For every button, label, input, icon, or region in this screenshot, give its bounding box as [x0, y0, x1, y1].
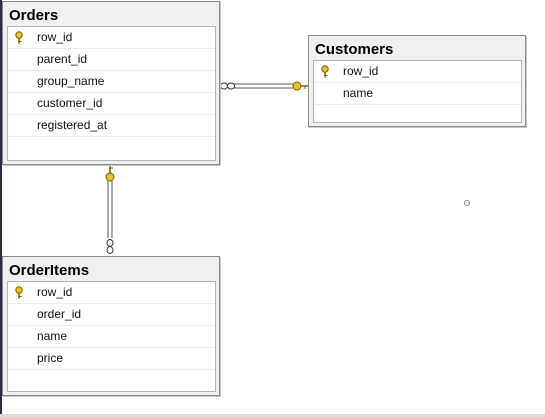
row-selector [8, 115, 30, 136]
selection-handle-icon[interactable] [464, 200, 470, 206]
column-row[interactable]: row_id [8, 282, 215, 304]
column-row[interactable]: order_id [8, 304, 215, 326]
column-name: row_id [343, 64, 379, 78]
relationship-orders-customers[interactable] [220, 81, 309, 91]
one-end-key-icon [292, 81, 308, 91]
table-title: OrderItems [9, 262, 90, 279]
table-title: Orders [9, 7, 59, 24]
column-name: row_id [37, 30, 73, 44]
row-selector [8, 348, 30, 369]
column-name: order_id [37, 307, 82, 321]
relationship-orders-orderitems[interactable] [105, 166, 115, 254]
column-grid: row_idname [313, 60, 522, 123]
table-customers[interactable]: Customers row_idname [308, 35, 526, 127]
column-row[interactable]: customer_id [8, 93, 215, 115]
column-name: name [37, 329, 68, 343]
row-selector [314, 83, 336, 104]
column-name: registered_at [37, 118, 108, 132]
row-selector [8, 326, 30, 347]
column-name: price [37, 351, 64, 365]
column-grid: row_id parent_id group_name customer_idregi… [7, 26, 216, 161]
column-row[interactable]: name [8, 326, 215, 348]
row-selector [8, 49, 30, 70]
column-grid: row_id order_idname price [7, 281, 216, 392]
row-selector [314, 61, 336, 82]
row-selector [8, 93, 30, 114]
column-row[interactable]: name [314, 83, 521, 105]
column-row[interactable]: group_name [8, 71, 215, 93]
table-orders[interactable]: Orders row_id parent_id group_name customer… [2, 1, 220, 165]
row-selector [8, 282, 30, 303]
row-selector [8, 27, 30, 48]
column-row[interactable]: price [8, 348, 215, 370]
column-row[interactable]: parent_id [8, 49, 215, 71]
column-row[interactable]: row_id [8, 27, 215, 49]
row-selector [8, 304, 30, 325]
row-selector [8, 71, 30, 92]
table-title: Customers [315, 41, 394, 58]
column-name: row_id [37, 285, 73, 299]
many-end-icon [220, 82, 235, 90]
column-row[interactable]: row_id [314, 61, 521, 83]
many-end-icon [106, 239, 114, 254]
column-name: group_name [37, 74, 105, 88]
column-name: customer_id [37, 96, 103, 110]
column-row[interactable]: registered_at [8, 115, 215, 137]
one-end-key-icon [105, 166, 115, 182]
column-name: name [343, 86, 374, 100]
column-name: parent_id [37, 52, 88, 66]
table-orderitems[interactable]: OrderItems row_id order_idname price [2, 256, 220, 396]
